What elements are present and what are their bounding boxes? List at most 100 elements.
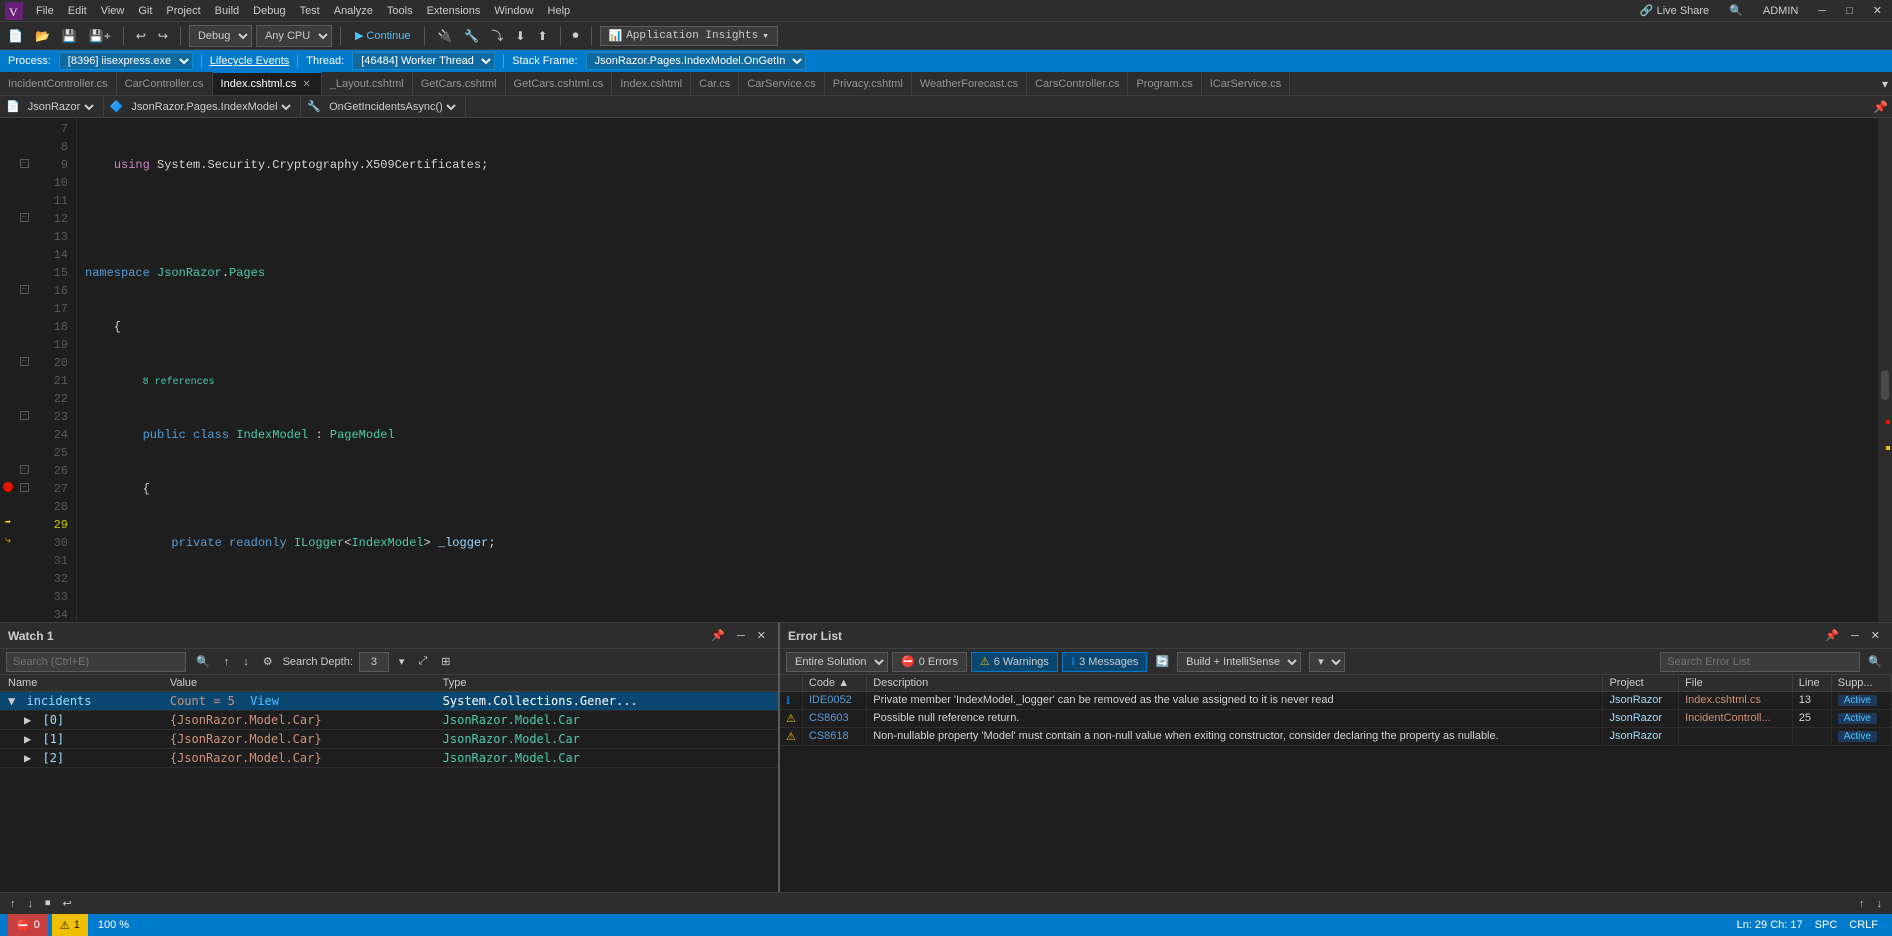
- live-share-btn[interactable]: 🔗 Live Share: [1634, 2, 1715, 19]
- status-zoom[interactable]: 100 %: [92, 914, 135, 936]
- attach-btn[interactable]: 🔌: [433, 27, 456, 45]
- col-line[interactable]: Line: [1792, 675, 1831, 692]
- bt-nav-btn[interactable]: ↩: [59, 896, 76, 911]
- error-refresh-btn[interactable]: 🔄: [1151, 654, 1173, 669]
- minimize-btn[interactable]: ─: [1812, 3, 1832, 19]
- namespace-dropdown[interactable]: JsonRazor: [24, 100, 97, 114]
- scroll-thumb[interactable]: [1881, 370, 1889, 400]
- watch-row-2[interactable]: ▶ [2] {JsonRazor.Model.Car} JsonRazor.Mo…: [0, 749, 778, 768]
- expand-all-btn[interactable]: ⤢: [414, 654, 431, 669]
- class-dropdown[interactable]: JsonRazor.Pages.IndexModel: [127, 100, 294, 114]
- watch-minimize-btn[interactable]: ─: [733, 629, 749, 643]
- vs-logo[interactable]: V: [4, 1, 24, 21]
- status-warnings[interactable]: ⚠ 1: [52, 914, 88, 936]
- col-file[interactable]: File: [1679, 675, 1793, 692]
- breakpoint-27[interactable]: [3, 482, 13, 492]
- tab-getcars-cshtml-cs[interactable]: GetCars.cshtml.cs: [506, 72, 613, 95]
- platform-dropdown[interactable]: Any CPU: [256, 25, 332, 47]
- undo-btn[interactable]: ↩: [132, 27, 150, 45]
- watch-close-btn[interactable]: ✕: [753, 628, 770, 643]
- error-pin-btn[interactable]: 📌: [1821, 628, 1843, 643]
- lifecycle-btn[interactable]: Lifecycle Events: [210, 55, 289, 67]
- menu-window[interactable]: Window: [488, 3, 539, 19]
- close-btn[interactable]: ✕: [1867, 2, 1888, 19]
- status-line-ending[interactable]: CRLF: [1843, 919, 1884, 931]
- thread-dropdown[interactable]: [46484] Worker Thread: [352, 52, 495, 70]
- watch-up-btn[interactable]: ↑: [220, 655, 234, 669]
- expand-icon-2[interactable]: ▶: [24, 751, 31, 765]
- depth-dropdown-btn[interactable]: ▾: [395, 654, 409, 669]
- error-row-cs8618[interactable]: ⚠ CS8618 Non-nullable property 'Model' m…: [780, 728, 1892, 746]
- menu-tools[interactable]: Tools: [381, 3, 419, 19]
- bt-err-up-btn[interactable]: ↑: [1855, 897, 1869, 911]
- collapse-9-btn[interactable]: −: [20, 159, 29, 168]
- watch-view-btn[interactable]: View: [250, 694, 279, 708]
- status-encoding[interactable]: SPC: [1809, 919, 1844, 931]
- collapse-27-btn[interactable]: −: [20, 483, 29, 492]
- menu-build[interactable]: Build: [209, 3, 245, 19]
- menu-help[interactable]: Help: [542, 3, 577, 19]
- tab-index-cshtml-cs[interactable]: Index.cshtml.cs ✕: [213, 72, 322, 95]
- watch-search-btn[interactable]: 🔍: [192, 654, 214, 669]
- watch-row-incidents[interactable]: ▼ incidents Count = 5 View System.Collec…: [0, 692, 778, 711]
- search-btn[interactable]: 🔍: [1723, 2, 1749, 19]
- errors-filter-btn[interactable]: ⛔ 0 Errors: [892, 652, 967, 672]
- menu-extensions[interactable]: Extensions: [421, 3, 487, 19]
- tab-weatherforecast-cs[interactable]: WeatherForecast.cs: [912, 72, 1027, 95]
- expand-icon-0[interactable]: ▶: [24, 713, 31, 727]
- build-dropdown[interactable]: Build + IntelliSense: [1177, 652, 1301, 672]
- expand-icon-1[interactable]: ▶: [24, 732, 31, 746]
- status-position[interactable]: Ln: 29 Ch: 17: [1731, 919, 1809, 931]
- step-over-btn[interactable]: ⤵: [487, 25, 507, 46]
- tab-carservice-cs[interactable]: CarService.cs: [739, 72, 824, 95]
- menu-test[interactable]: Test: [294, 3, 326, 19]
- messages-filter-btn[interactable]: ℹ 3 Messages: [1062, 652, 1148, 672]
- menu-file[interactable]: File: [30, 3, 60, 19]
- watch-pin-btn[interactable]: 📌: [707, 628, 729, 643]
- new-file-btn[interactable]: 📄: [4, 27, 27, 45]
- stack-frame-dropdown[interactable]: JsonRazor.Pages.IndexModel.OnGetIncide..…: [586, 52, 806, 70]
- tab-close-icon[interactable]: ✕: [300, 78, 312, 91]
- col-description[interactable]: Description: [867, 675, 1603, 692]
- bt-down-btn[interactable]: ↓: [24, 897, 38, 911]
- debug-tools-btn[interactable]: 🔧: [460, 27, 483, 45]
- watch-filter-btn[interactable]: ⚙: [259, 654, 277, 669]
- collapse-23-btn[interactable]: −: [20, 411, 29, 420]
- error-close-btn[interactable]: ✕: [1867, 628, 1884, 643]
- collapse-16-btn[interactable]: −: [20, 285, 29, 294]
- tab-icarservice-cs[interactable]: ICarService.cs: [1202, 72, 1291, 95]
- watch-down-btn[interactable]: ↓: [239, 655, 253, 669]
- method-dropdown[interactable]: OnGetIncidentsAsync(): [325, 100, 459, 114]
- redo-btn[interactable]: ↪: [154, 27, 172, 45]
- save-all-btn[interactable]: 💾+: [85, 27, 115, 45]
- watch-search-input[interactable]: [6, 652, 186, 672]
- error-row-cs8603[interactable]: ⚠ CS8603 Possible null reference return.…: [780, 710, 1892, 728]
- right-scrollbar[interactable]: [1878, 118, 1892, 622]
- maximize-btn[interactable]: □: [1840, 3, 1859, 19]
- tab-car-cs[interactable]: Car.cs: [691, 72, 739, 95]
- menu-project[interactable]: Project: [160, 3, 206, 19]
- continue-btn[interactable]: ▶ Continue: [349, 27, 417, 44]
- step-into-btn[interactable]: ⬇: [511, 27, 529, 45]
- collapse-12-btn[interactable]: −: [20, 213, 29, 222]
- menu-git[interactable]: Git: [132, 3, 158, 19]
- col-project[interactable]: Project: [1603, 675, 1679, 692]
- error-minimize-btn[interactable]: ─: [1847, 629, 1863, 643]
- config-dropdown[interactable]: Debug: [189, 25, 252, 47]
- pin-btn[interactable]: 📌: [1869, 98, 1892, 116]
- menu-view[interactable]: View: [95, 3, 131, 19]
- error-search-btn[interactable]: 🔍: [1864, 654, 1886, 669]
- tab-privacy-cshtml[interactable]: Privacy.cshtml: [825, 72, 912, 95]
- process-dropdown[interactable]: [8396] iisexpress.exe: [59, 52, 193, 70]
- tab-index-cshtml[interactable]: Index.cshtml: [612, 72, 691, 95]
- tab-getcars-cshtml[interactable]: GetCars.cshtml: [413, 72, 506, 95]
- tab-carscontroller-cs[interactable]: CarsController.cs: [1027, 72, 1128, 95]
- code-content[interactable]: using System.Security.Cryptography.X509C…: [77, 118, 1878, 622]
- error-row-ide0052[interactable]: ℹ IDE0052 Private member 'IndexModel._lo…: [780, 692, 1892, 710]
- watch-row-1[interactable]: ▶ [1] {JsonRazor.Model.Car} JsonRazor.Mo…: [0, 730, 778, 749]
- ai-insights-btn[interactable]: 📊 Application Insights ▾: [600, 26, 778, 46]
- user-account-btn[interactable]: ADMIN: [1757, 3, 1804, 19]
- step-out-btn[interactable]: ⬆: [533, 27, 551, 45]
- tab-layout-cshtml[interactable]: _Layout.cshtml: [322, 72, 413, 95]
- col-code[interactable]: Code ▲: [802, 675, 866, 692]
